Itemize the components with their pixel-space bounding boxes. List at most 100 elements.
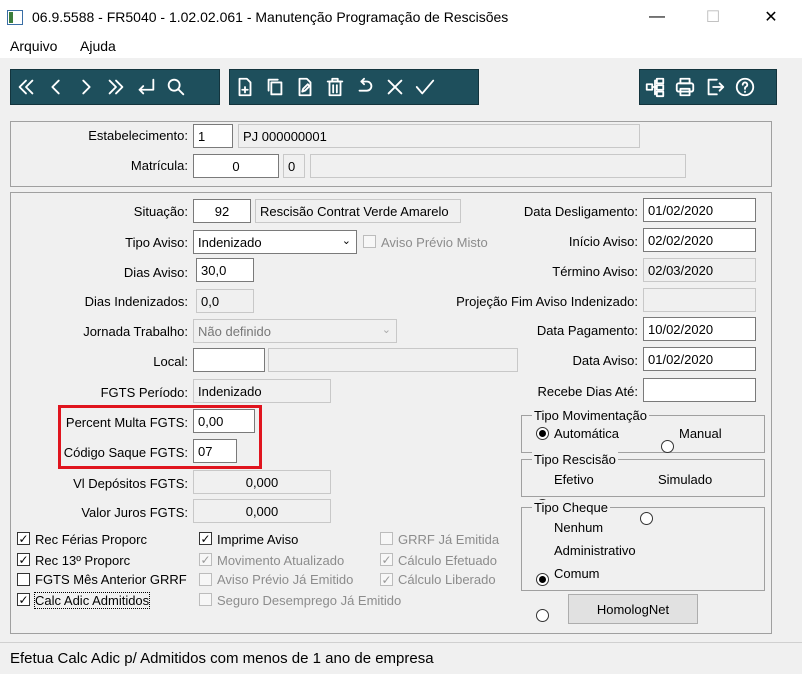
projecao-label: Projeção Fim Aviso Indenizado: [456, 294, 638, 309]
tipo-aviso-select[interactable]: Indenizado ⌄ [193, 230, 357, 254]
copy-icon[interactable] [260, 72, 290, 102]
matricula-name [310, 154, 686, 178]
jornada-select: Não definido ⌄ [193, 319, 397, 343]
manual-label: Manual [679, 426, 722, 441]
toolbar-edit [229, 69, 479, 105]
calculo-efetuado-label: Cálculo Efetuado [398, 553, 498, 568]
prev-icon[interactable] [41, 72, 71, 102]
chevron-down-icon: ⌄ [341, 235, 351, 247]
vl-depositos-label: Vl Depósitos FGTS: [73, 476, 188, 491]
administrativo-radio[interactable] [536, 609, 549, 622]
calc-adic-checkbox[interactable]: ✓ [17, 593, 30, 606]
fgts-mes-anterior-label: FGTS Mês Anterior GRRF [35, 572, 187, 587]
grrf-emitida-label: GRRF Já Emitida [398, 532, 500, 547]
delete-icon[interactable] [320, 72, 350, 102]
menu-ajuda[interactable]: Ajuda [80, 38, 116, 54]
exit-icon[interactable] [700, 72, 730, 102]
comum-label: Comum [554, 566, 600, 581]
automatica-radio[interactable] [536, 427, 549, 440]
tree-icon[interactable] [640, 72, 670, 102]
estabelecimento-input[interactable]: 1 [193, 124, 233, 148]
rec-13-checkbox[interactable]: ✓ [17, 553, 30, 566]
dias-indenizados-label: Dias Indenizados: [84, 294, 188, 309]
matricula-input[interactable]: 0 [193, 154, 279, 178]
status-text: Efetua Calc Adic p/ Admitidos com menos … [10, 650, 434, 667]
grrf-emitida-checkbox[interactable] [380, 532, 393, 545]
return-icon[interactable] [131, 72, 161, 102]
vl-depositos-value: 0,000 [193, 470, 331, 494]
dias-aviso-input[interactable]: 30,0 [196, 258, 254, 282]
termino-aviso-label: Término Aviso: [552, 264, 638, 279]
valor-juros-label: Valor Juros FGTS: [81, 505, 188, 520]
data-pagamento-input[interactable]: 10/02/2020 [643, 317, 756, 341]
last-icon[interactable] [101, 72, 131, 102]
inicio-aviso-input[interactable]: 02/02/2020 [643, 228, 756, 252]
app-icon [7, 10, 23, 25]
data-pagamento-label: Data Pagamento: [536, 323, 638, 338]
calc-adic-label: Calc Adic Admitidos [33, 592, 151, 609]
menu-arquivo[interactable]: Arquivo [10, 38, 57, 54]
toolbar-navigation [10, 69, 220, 105]
codigo-saque-label: Código Saque FGTS: [63, 445, 188, 460]
rec-13-label: Rec 13º Proporc [35, 553, 131, 568]
fgts-periodo-value: Indenizado [193, 379, 331, 403]
recebe-dias-label: Recebe Dias Até: [537, 384, 638, 399]
local-input[interactable] [193, 348, 265, 372]
estabelecimento-label: Estabelecimento: [88, 128, 188, 143]
maximize-button[interactable]: ☐ [690, 0, 736, 34]
window-title: 06.9.5588 - FR5040 - 1.02.02.061 - Manut… [32, 9, 509, 25]
confirm-icon[interactable] [410, 72, 440, 102]
cancel-icon[interactable] [380, 72, 410, 102]
percent-multa-input[interactable]: 0,00 [193, 409, 255, 433]
jornada-value: Não definido [198, 323, 271, 339]
new-icon[interactable] [230, 72, 260, 102]
close-button[interactable]: ✕ [748, 0, 794, 34]
jornada-label: Jornada Trabalho: [83, 324, 188, 339]
aviso-previo-emitido-checkbox[interactable] [199, 573, 212, 586]
undo-icon[interactable] [350, 72, 380, 102]
toolbar-right [639, 69, 777, 105]
aviso-previo-misto-checkbox[interactable] [363, 235, 376, 248]
nenhum-label: Nenhum [554, 520, 604, 535]
first-icon[interactable] [11, 72, 41, 102]
dias-aviso-label: Dias Aviso: [123, 265, 188, 280]
administrativo-label: Administrativo [554, 543, 636, 558]
fgts-periodo-label: FGTS Período: [100, 385, 188, 400]
data-desligamento-label: Data Desligamento: [523, 204, 638, 219]
data-desligamento-input[interactable]: 01/02/2020 [643, 198, 756, 222]
situacao-input[interactable]: 92 [193, 199, 251, 223]
recebe-dias-input[interactable] [643, 378, 756, 402]
situacao-label: Situação: [133, 204, 188, 219]
print-icon[interactable] [670, 72, 700, 102]
automatica-label: Automática [554, 426, 620, 441]
data-aviso-input[interactable]: 01/02/2020 [643, 347, 756, 371]
codigo-saque-input[interactable]: 07 [193, 439, 237, 463]
imprime-aviso-checkbox[interactable]: ✓ [199, 532, 212, 545]
nenhum-radio[interactable] [536, 573, 549, 586]
seguro-desemprego-checkbox[interactable] [199, 593, 212, 606]
calculo-liberado-checkbox[interactable]: ✓ [380, 573, 393, 586]
tipo-cheque-legend: Tipo Cheque [532, 500, 610, 515]
calculo-efetuado-checkbox[interactable]: ✓ [380, 553, 393, 566]
manual-radio[interactable] [661, 440, 674, 453]
calculo-liberado-label: Cálculo Liberado [398, 572, 496, 587]
rec-ferias-label: Rec Férias Proporc [35, 532, 147, 547]
aviso-previo-emitido-label: Aviso Prévio Já Emitido [217, 572, 354, 587]
next-icon[interactable] [71, 72, 101, 102]
projecao-value [643, 288, 756, 312]
edit-icon[interactable] [290, 72, 320, 102]
fgts-mes-anterior-checkbox[interactable] [17, 573, 30, 586]
data-aviso-label: Data Aviso: [572, 353, 638, 368]
seguro-desemprego-label: Seguro Desemprego Já Emitido [217, 593, 402, 608]
efetivo-label: Efetivo [554, 472, 594, 487]
help-icon[interactable] [730, 72, 760, 102]
minimize-button[interactable]: — [634, 0, 680, 34]
rec-ferias-checkbox[interactable]: ✓ [17, 532, 30, 545]
movimento-atualizado-checkbox[interactable]: ✓ [199, 553, 212, 566]
estabelecimento-description: PJ 000000001 [238, 124, 640, 148]
search-icon[interactable] [161, 72, 191, 102]
inicio-aviso-label: Início Aviso: [568, 234, 638, 249]
tipo-aviso-label: Tipo Aviso: [125, 235, 188, 250]
local-label: Local: [153, 354, 188, 369]
homolognet-button[interactable]: HomologNet [568, 594, 698, 624]
